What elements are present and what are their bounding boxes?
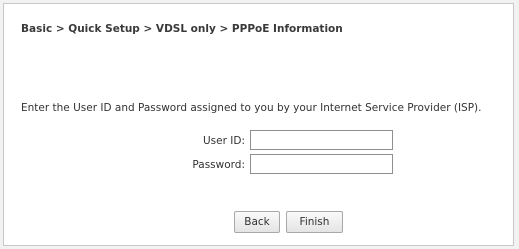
password-input[interactable] xyxy=(250,154,393,174)
pppoe-information-panel: Basic > Quick Setup > VDSL only > PPPoE … xyxy=(3,3,514,246)
instructions-text: Enter the User ID and Password assigned … xyxy=(21,102,482,114)
user-id-label: User ID: xyxy=(203,135,245,147)
finish-button[interactable]: Finish xyxy=(286,211,343,233)
user-id-input[interactable] xyxy=(250,130,393,150)
breadcrumb: Basic > Quick Setup > VDSL only > PPPoE … xyxy=(21,23,343,35)
password-label: Password: xyxy=(192,159,245,171)
back-button[interactable]: Back xyxy=(234,211,280,233)
